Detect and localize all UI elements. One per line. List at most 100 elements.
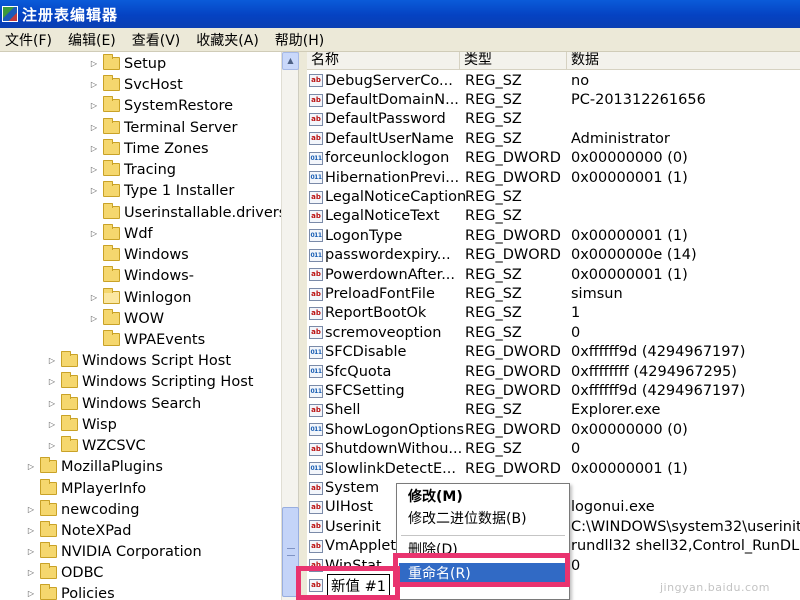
string-value-icon: ab: [309, 112, 323, 126]
tree-node[interactable]: ▷ NoteXPad: [25, 520, 131, 541]
registry-tree[interactable]: ▷ Setup ▷ SvcHost ▷ SystemRestore ▷ Terminal Se…: [0, 52, 281, 600]
tree-node[interactable]: ▷ SystemRestore: [88, 95, 233, 116]
expand-arrow-icon[interactable]: ▷: [88, 165, 100, 174]
tree-node[interactable]: ▷ Winlogon: [88, 287, 191, 308]
tree-node[interactable]: ▷ Windows Search: [46, 393, 201, 414]
tree-node[interactable]: Windows: [88, 244, 189, 265]
tree-node[interactable]: ▷ Wdf: [88, 223, 153, 244]
menu-file[interactable]: 文件(F): [0, 30, 60, 50]
tree-node[interactable]: ▷ Wisp: [46, 414, 117, 435]
column-header-data[interactable]: 数据: [567, 52, 800, 70]
expand-arrow-icon[interactable]: ▷: [46, 399, 58, 408]
value-row[interactable]: ab DebugServerCo... REG_SZ no: [307, 71, 800, 90]
tree-node[interactable]: ▷ Windows Script Host: [46, 350, 231, 371]
string-value-icon: ab: [309, 209, 323, 223]
tree-node[interactable]: Userinstallable.drivers: [88, 202, 281, 223]
value-row[interactable]: 011 LogonType REG_DWORD 0x00000001 (1): [307, 226, 800, 245]
value-name: LogonType: [325, 227, 403, 244]
expand-arrow-icon[interactable]: ▷: [88, 293, 100, 302]
value-row[interactable]: 011 SlowlinkDetectE... REG_DWORD 0x00000001…: [307, 459, 800, 478]
menu-item-modify[interactable]: 修改(M): [399, 486, 567, 508]
expand-arrow-icon[interactable]: ▷: [25, 462, 37, 471]
column-header-name[interactable]: 名称: [307, 52, 460, 70]
expand-arrow-icon[interactable]: ▷: [88, 80, 100, 89]
expand-arrow-icon[interactable]: ▷: [88, 59, 100, 68]
value-row[interactable]: ab ShutdownWithou... REG_SZ 0: [307, 440, 800, 459]
tree-node[interactable]: ▷ ODBC: [25, 562, 103, 583]
value-name-cell: 011 SlowlinkDetectE...: [307, 461, 465, 477]
tree-node[interactable]: ▷ Time Zones: [88, 138, 209, 159]
tree-node[interactable]: WPAEvents: [88, 329, 205, 350]
value-row[interactable]: ab PowerdownAfter... REG_SZ 0x00000001 (1): [307, 265, 800, 284]
value-row[interactable]: 011 HibernationPrevi... REG_DWORD 0x0000000…: [307, 168, 800, 187]
expand-arrow-icon[interactable]: ▷: [25, 547, 37, 556]
binary-value-icon: 011: [309, 365, 323, 379]
value-name: forceunlocklogon: [325, 150, 450, 167]
expand-arrow-icon[interactable]: ▷: [46, 441, 58, 450]
scroll-up-arrow-icon[interactable]: ▲: [282, 52, 299, 70]
tree-node[interactable]: ▷ Policies: [25, 583, 115, 600]
value-name: PowerdownAfter...: [325, 266, 456, 283]
regedit-app-icon[interactable]: [2, 6, 18, 22]
expand-arrow-icon[interactable]: ▷: [88, 101, 100, 110]
tree-node[interactable]: ▷ SvcHost: [88, 74, 183, 95]
tree-node[interactable]: ▷ MozillaPlugins: [25, 456, 163, 477]
tree-node[interactable]: ▷ NVIDIA Corporation: [25, 541, 202, 562]
value-row[interactable]: ab Shell REG_SZ Explorer.exe: [307, 401, 800, 420]
expand-arrow-icon[interactable]: ▷: [88, 229, 100, 238]
pane-splitter[interactable]: [299, 52, 307, 600]
expand-arrow-icon[interactable]: ▷: [25, 589, 37, 598]
expand-arrow-icon[interactable]: ▷: [46, 377, 58, 386]
menu-favorites[interactable]: 收藏夹(A): [188, 30, 267, 50]
value-row[interactable]: ab PreloadFontFile REG_SZ simsun: [307, 284, 800, 303]
string-value-icon: ab: [309, 520, 323, 534]
expand-arrow-icon[interactable]: ▷: [46, 420, 58, 429]
tree-node[interactable]: Windows-: [88, 265, 194, 286]
tree-node[interactable]: ▷ WOW: [88, 308, 164, 329]
menu-view[interactable]: 查看(V): [124, 30, 189, 50]
menu-help[interactable]: 帮助(H): [267, 30, 332, 50]
tree-node[interactable]: ▷ Tracing: [88, 159, 176, 180]
menu-item-modify-binary[interactable]: 修改二进位数据(B): [399, 508, 567, 530]
tree-node[interactable]: ▷ Terminal Server: [88, 117, 237, 138]
value-row[interactable]: ab ReportBootOk REG_SZ 1: [307, 304, 800, 323]
binary-value-icon: 011: [309, 462, 323, 476]
value-row[interactable]: ab LegalNoticeCaption REG_SZ: [307, 187, 800, 206]
value-row[interactable]: 011 passwordexpiry... REG_DWORD 0x0000000e …: [307, 246, 800, 265]
expand-arrow-icon[interactable]: ▷: [88, 186, 100, 195]
value-row[interactable]: 011 SfcQuota REG_DWORD 0xffffffff (42949672…: [307, 362, 800, 381]
expand-arrow-icon[interactable]: ▷: [46, 356, 58, 365]
value-row[interactable]: ab LegalNoticeText REG_SZ: [307, 207, 800, 226]
tree-node[interactable]: ▷ WZCSVC: [46, 435, 146, 456]
tree-node[interactable]: ▷ newcoding: [25, 499, 139, 520]
value-data-cell: 0x00000001 (1): [571, 169, 688, 186]
binary-value-icon: 011: [309, 423, 323, 437]
column-header-type[interactable]: 类型: [460, 52, 567, 70]
value-row[interactable]: ab scremoveoption REG_SZ 0: [307, 323, 800, 342]
expand-arrow-icon[interactable]: ▷: [25, 568, 37, 577]
value-name: SFCSetting: [325, 383, 405, 400]
value-row[interactable]: ab DefaultDomainN... REG_SZ PC-201312261656: [307, 90, 800, 109]
value-row[interactable]: 011 SFCDisable REG_DWORD 0xffffff9d (429496…: [307, 343, 800, 362]
expand-arrow-icon[interactable]: ▷: [25, 526, 37, 535]
expand-arrow-icon[interactable]: ▷: [88, 144, 100, 153]
value-row[interactable]: 011 ShowLogonOptions REG_DWORD 0x00000000 (…: [307, 420, 800, 439]
tree-scrollbar[interactable]: ▲: [281, 52, 299, 600]
value-row[interactable]: ab DefaultUserName REG_SZ Administrator: [307, 129, 800, 148]
binary-value-icon: 011: [309, 171, 323, 185]
menu-edit[interactable]: 编辑(E): [60, 30, 124, 50]
tree-node[interactable]: ▷ Setup: [88, 53, 166, 74]
value-row[interactable]: 011 SFCSetting REG_DWORD 0xffffff9d (429496…: [307, 381, 800, 400]
tree-node[interactable]: ▷ Type 1 Installer: [88, 180, 234, 201]
value-row[interactable]: 011 forceunlocklogon REG_DWORD 0x00000000 (…: [307, 149, 800, 168]
value-data-cell: 0: [571, 557, 581, 574]
expand-arrow-icon[interactable]: ▷: [88, 123, 100, 132]
tree-node[interactable]: ▷ Windows Scripting Host: [46, 371, 253, 392]
expand-arrow-icon[interactable]: ▷: [88, 314, 100, 323]
value-row[interactable]: ab DefaultPassword REG_SZ: [307, 110, 800, 129]
list-header: 名称 类型 数据: [307, 52, 800, 70]
tree-node-label: Windows Scripting Host: [82, 373, 254, 390]
tree-node-label: SvcHost: [124, 76, 183, 93]
expand-arrow-icon[interactable]: ▷: [25, 505, 37, 514]
tree-node[interactable]: MPlayerInfo: [25, 478, 146, 499]
